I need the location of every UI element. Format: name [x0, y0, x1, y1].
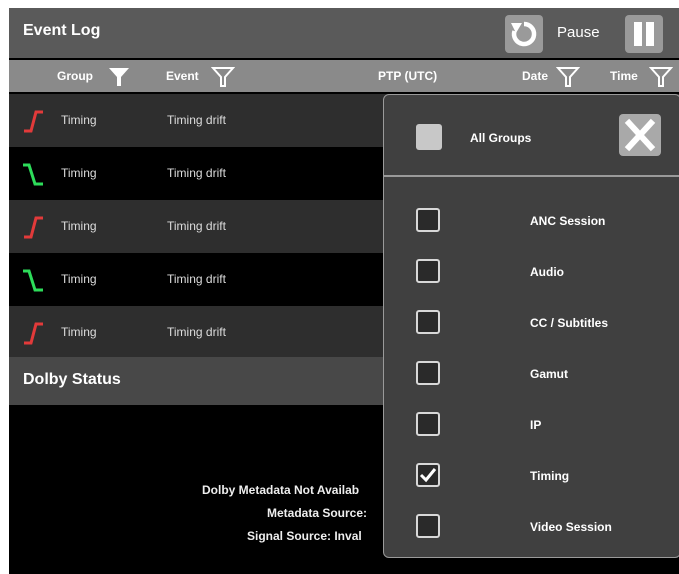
trend-up-icon: [24, 216, 43, 239]
popup-header: All Groups: [384, 95, 679, 175]
column-time-label: Time: [610, 69, 638, 83]
row-event: Timing drift: [167, 325, 226, 339]
option-checkbox[interactable]: [416, 361, 440, 385]
option-checkbox[interactable]: [416, 463, 440, 487]
filter-option-audio[interactable]: Audio: [384, 247, 679, 298]
dolby-metadata-status: Dolby Metadata Not Availab: [202, 483, 360, 497]
row-group: Timing: [61, 325, 97, 339]
row-event: Timing drift: [167, 219, 226, 233]
option-label: Gamut: [530, 367, 569, 381]
close-button[interactable]: [619, 114, 661, 156]
reset-button[interactable]: [505, 15, 543, 53]
column-event-label: Event: [166, 69, 199, 83]
row-event: Timing drift: [167, 113, 226, 127]
trend-up-icon: [24, 110, 43, 133]
checkmark-icon: [419, 468, 437, 483]
column-group-label: Group: [57, 69, 93, 83]
option-label: Timing: [530, 469, 570, 483]
option-label: CC / Subtitles: [530, 316, 609, 330]
event-log-column-header: Group Event PTP (UTC) Date Time: [9, 60, 679, 92]
pause-button[interactable]: [625, 15, 663, 53]
filter-option-gamut[interactable]: Gamut: [384, 349, 679, 400]
pause-label: Pause: [557, 24, 600, 41]
option-checkbox[interactable]: [416, 514, 440, 538]
option-checkbox[interactable]: [416, 412, 440, 436]
refresh-icon: [511, 21, 537, 47]
column-date-label: Date: [522, 69, 549, 83]
filter-icon[interactable]: [649, 65, 673, 89]
event-log-header: Event Log Pause: [9, 8, 679, 58]
filter-option-timing[interactable]: Timing: [384, 451, 679, 502]
filter-icon[interactable]: [211, 65, 235, 89]
all-groups-label: All Groups: [470, 131, 532, 145]
column-ptp-label: PTP (UTC): [378, 69, 438, 83]
dolby-metadata-source: Metadata Source:: [267, 506, 368, 520]
filter-filled-icon[interactable]: [107, 65, 131, 89]
row-event: Timing drift: [167, 166, 226, 180]
dolby-status-title: Dolby Status: [23, 371, 121, 388]
row-group: Timing: [61, 219, 97, 233]
option-checkbox[interactable]: [416, 208, 440, 232]
trend-up-icon: [24, 322, 43, 345]
filter-option-cc-subtitles[interactable]: CC / Subtitles: [384, 298, 679, 349]
row-group: Timing: [61, 272, 97, 286]
row-group: Timing: [61, 113, 97, 127]
row-group: Timing: [61, 166, 97, 180]
dolby-signal-source: Signal Source: Inval: [247, 529, 362, 543]
group-filter-popup: All Groups ANC Session Audio CC / Subtit…: [383, 94, 679, 558]
option-checkbox[interactable]: [416, 310, 440, 334]
option-checkbox[interactable]: [416, 259, 440, 283]
trend-down-icon: [23, 163, 43, 186]
close-icon: [624, 118, 656, 152]
row-event: Timing drift: [167, 272, 226, 286]
option-label: Video Session: [530, 520, 612, 534]
option-label: IP: [530, 418, 542, 432]
filter-option-ip[interactable]: IP: [384, 400, 679, 451]
filter-icon[interactable]: [556, 65, 580, 89]
filter-option-anc-session[interactable]: ANC Session: [384, 196, 679, 247]
option-label: Audio: [530, 265, 564, 279]
trend-down-icon: [23, 269, 43, 292]
all-groups-checkbox[interactable]: [416, 124, 442, 150]
popup-divider: [384, 175, 679, 177]
filter-option-video-session[interactable]: Video Session: [384, 502, 679, 553]
option-label: ANC Session: [530, 214, 606, 228]
event-log-title: Event Log: [23, 22, 101, 39]
pause-icon: [634, 22, 654, 46]
